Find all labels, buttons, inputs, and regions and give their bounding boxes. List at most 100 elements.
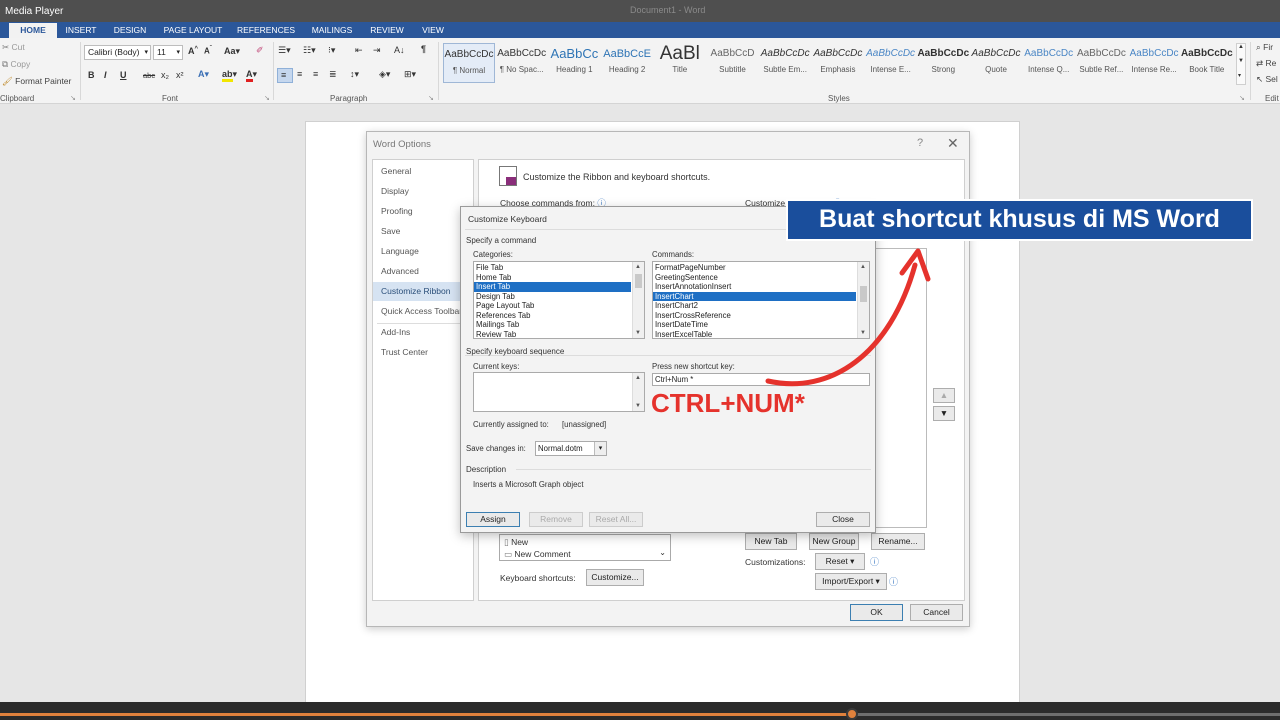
- italic-button[interactable]: I: [104, 70, 107, 80]
- multilevel-list-icon[interactable]: ⁝▾: [328, 45, 335, 56]
- nav-item-quick-access-toolbar[interactable]: Quick Access Toolbar: [373, 302, 473, 321]
- clear-formatting-icon[interactable]: ✐: [256, 45, 264, 56]
- style-item[interactable]: AaBbCcDc Book Title: [1181, 43, 1233, 83]
- style-item[interactable]: AaBbCcDc Intense Q...: [1023, 43, 1075, 83]
- tab-page-layout[interactable]: PAGE LAYOUT: [160, 23, 226, 38]
- list-item[interactable]: Mailings Tab: [474, 320, 631, 330]
- superscript-button[interactable]: x²: [176, 70, 184, 80]
- select-button[interactable]: ↖ Sel: [1256, 74, 1278, 85]
- list-item[interactable]: Home Tab: [474, 273, 631, 283]
- justify-icon[interactable]: ≣: [329, 69, 337, 80]
- tab-home[interactable]: HOME: [9, 23, 57, 38]
- remove-button[interactable]: Remove: [529, 512, 583, 527]
- cancel-button[interactable]: Cancel: [910, 604, 963, 621]
- decrease-indent-icon[interactable]: ⇤: [355, 45, 363, 56]
- style-item[interactable]: AaBbCcDc Strong: [917, 43, 969, 83]
- underline-button[interactable]: U: [120, 70, 127, 80]
- copy-button[interactable]: ⧉ Copy: [2, 59, 30, 70]
- list-item[interactable]: Insert Tab: [474, 282, 631, 292]
- clipboard-launcher-icon[interactable]: ↘: [70, 94, 76, 102]
- font-size-combo[interactable]: 11 ▾: [153, 45, 183, 60]
- move-down-button[interactable]: ▼: [933, 406, 955, 421]
- chevron-down-icon[interactable]: ⌄: [659, 548, 666, 557]
- scroll-up-icon[interactable]: ▲: [635, 264, 641, 270]
- list-item[interactable]: Page Layout Tab: [474, 301, 631, 311]
- borders-icon[interactable]: ⊞▾: [404, 69, 416, 80]
- change-case-button[interactable]: Aa▾: [224, 46, 240, 57]
- style-item[interactable]: AaBbCcDc ¶ Normal: [443, 43, 495, 83]
- text-effects-icon[interactable]: A▾: [198, 69, 209, 80]
- style-item[interactable]: AaBbCcD Subtitle: [707, 43, 759, 83]
- align-left-button[interactable]: ≡: [277, 68, 293, 83]
- assign-button[interactable]: Assign: [466, 512, 520, 527]
- reset-dropdown[interactable]: Reset ▾: [815, 553, 865, 570]
- highlight-icon[interactable]: ab▾: [222, 69, 237, 82]
- style-item[interactable]: AaBbCcDc Intense E...: [865, 43, 917, 83]
- commands-list[interactable]: ▯ New ▭ New Comment ⌄: [499, 534, 671, 561]
- align-center-icon[interactable]: ≡: [297, 69, 302, 79]
- scroll-down-icon[interactable]: ▼: [635, 403, 641, 409]
- style-item[interactable]: AaBbCc Heading 1: [548, 43, 600, 83]
- pilcrow-icon[interactable]: ¶: [421, 44, 426, 54]
- nav-item-proofing[interactable]: Proofing: [373, 202, 473, 221]
- list-item[interactable]: Review Tab: [474, 330, 631, 339]
- nav-item-add-ins[interactable]: Add-Ins: [373, 323, 473, 342]
- style-item[interactable]: AaBbCcDc Subtle Ref...: [1075, 43, 1127, 83]
- current-keys-list[interactable]: ▲ ▼: [473, 372, 645, 412]
- scrollbar[interactable]: ▲ ▼: [632, 262, 644, 338]
- line-spacing-icon[interactable]: ↕▾: [350, 69, 359, 80]
- import-export-dropdown[interactable]: Import/Export ▾: [815, 573, 887, 590]
- tab-references[interactable]: REFERENCES: [236, 23, 296, 38]
- nav-item-language[interactable]: Language: [373, 242, 473, 261]
- ok-button[interactable]: OK: [850, 604, 903, 621]
- find-button[interactable]: ⌕ Fir: [1256, 42, 1273, 53]
- scrollbar[interactable]: ▲ ▼: [632, 373, 644, 411]
- tab-mailings[interactable]: MAILINGS: [306, 23, 358, 38]
- sort-icon[interactable]: A↓: [394, 45, 405, 55]
- numbering-icon[interactable]: ☷▾: [303, 45, 316, 56]
- align-right-icon[interactable]: ≡: [313, 69, 318, 79]
- style-item[interactable]: AaBbCcDc Subtle Em...: [759, 43, 811, 83]
- save-changes-dropdown[interactable]: Normal.dotm ▾: [535, 441, 607, 456]
- font-name-combo[interactable]: Calibri (Body) ▾: [84, 45, 151, 60]
- nav-item-save[interactable]: Save: [373, 222, 473, 241]
- categories-list[interactable]: ▲ ▼ File Tab Home Tab Insert Tab Design Tab…: [473, 261, 645, 339]
- scroll-down-icon[interactable]: ▼: [635, 330, 641, 336]
- tab-insert[interactable]: INSERT: [60, 23, 102, 38]
- nav-item-advanced[interactable]: Advanced: [373, 262, 473, 281]
- scroll-thumb[interactable]: [635, 274, 642, 288]
- tab-view[interactable]: VIEW: [416, 23, 450, 38]
- shrink-font-button[interactable]: Aˇ: [204, 46, 212, 56]
- new-group-button[interactable]: New Group: [809, 533, 859, 550]
- customize-keyboard-button[interactable]: Customize...: [586, 569, 644, 586]
- font-launcher-icon[interactable]: ↘: [264, 94, 270, 102]
- cut-button[interactable]: ✂ Cut: [2, 42, 25, 53]
- nav-item-trust-center[interactable]: Trust Center: [373, 343, 473, 362]
- subscript-button[interactable]: x₂: [161, 70, 169, 80]
- format-painter-button[interactable]: 🖌 Format Painter: [2, 76, 71, 87]
- list-item[interactable]: References Tab: [474, 311, 631, 321]
- style-item[interactable]: AaBl Title: [654, 43, 706, 83]
- nav-item-customize-ribbon[interactable]: Customize Ribbon: [373, 282, 473, 301]
- styles-gallery-scroll[interactable]: ▲ ▼ ▾: [1236, 43, 1246, 85]
- nav-item-display[interactable]: Display: [373, 182, 473, 201]
- new-tab-button[interactable]: New Tab: [745, 533, 797, 550]
- reset-all-button[interactable]: Reset All...: [589, 512, 643, 527]
- help-icon[interactable]: ?: [917, 137, 923, 149]
- strikethrough-button[interactable]: abc: [143, 71, 155, 80]
- style-item[interactable]: AaBbCcE Heading 2: [601, 43, 653, 83]
- bold-button[interactable]: B: [88, 70, 95, 80]
- increase-indent-icon[interactable]: ⇥: [373, 45, 381, 56]
- style-item[interactable]: AaBbCcDc Intense Re...: [1128, 43, 1180, 83]
- bullets-icon[interactable]: ☰▾: [278, 45, 291, 56]
- replace-button[interactable]: ⇄ Re: [1256, 58, 1276, 69]
- shading-icon[interactable]: ◈▾: [379, 69, 390, 80]
- style-item[interactable]: AaBbCcDc ¶ No Spac...: [496, 43, 548, 83]
- tab-review[interactable]: REVIEW: [366, 23, 408, 38]
- paragraph-launcher-icon[interactable]: ↘: [428, 94, 434, 102]
- styles-launcher-icon[interactable]: ↘: [1239, 94, 1245, 102]
- list-item[interactable]: ▯ New: [504, 537, 528, 548]
- scroll-up-icon[interactable]: ▲: [635, 375, 641, 381]
- font-color-icon[interactable]: A▾: [246, 69, 257, 82]
- rename-button[interactable]: Rename...: [871, 533, 925, 550]
